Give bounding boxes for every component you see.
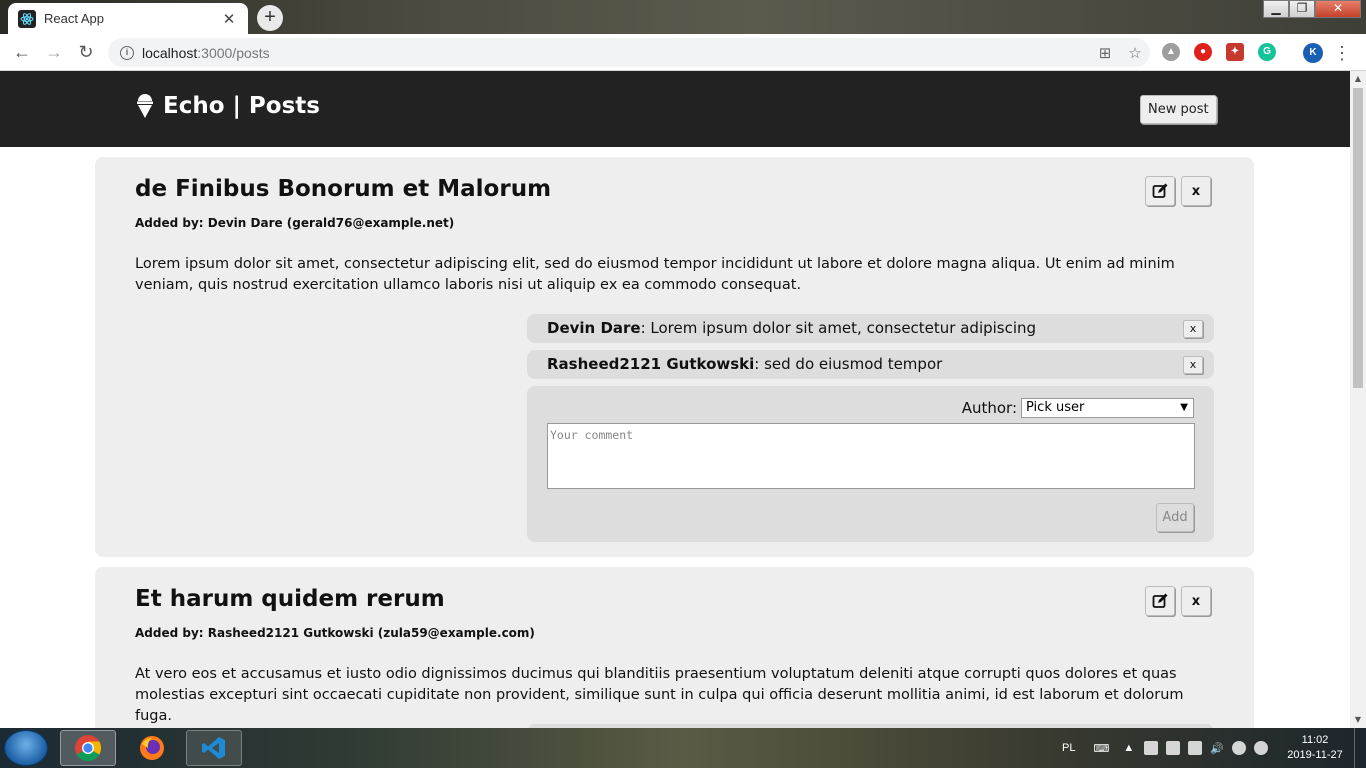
cloud-icon[interactable] bbox=[1232, 741, 1246, 755]
author-select-value: Pick user bbox=[1026, 400, 1085, 415]
edit-post-button[interactable] bbox=[1145, 586, 1175, 616]
browser-tab[interactable]: React App ✕ bbox=[8, 3, 248, 34]
post-author: Added by: Devin Dare (gerald76@example.n… bbox=[135, 216, 455, 230]
maximize-button[interactable]: ❐ bbox=[1289, 0, 1315, 18]
dropdown-arrow-icon: ▼ bbox=[1180, 402, 1188, 413]
comment-form: Author: Pick user ▼ Your comment Add bbox=[527, 386, 1214, 542]
author-select[interactable]: Pick user ▼ bbox=[1021, 398, 1194, 418]
browser-toolbar: ← → ↻ i localhost:3000/posts ⊞ ☆ ▲ ● ✦ G… bbox=[0, 34, 1366, 71]
extension-icon[interactable]: ✦ bbox=[1226, 43, 1244, 61]
delete-post-button[interactable]: x bbox=[1181, 176, 1211, 206]
url-host: localhost bbox=[142, 44, 198, 61]
scroll-down-icon[interactable]: ▼ bbox=[1350, 712, 1366, 728]
minimize-button[interactable]: ▁ bbox=[1263, 0, 1289, 18]
windows-start-button[interactable] bbox=[4, 730, 48, 766]
back-icon[interactable]: ← bbox=[6, 36, 38, 68]
post-author: Added by: Rasheed2121 Gutkowski (zula59@… bbox=[135, 626, 535, 640]
tab-title: React App bbox=[44, 11, 104, 26]
comment-item: Rasheed2121 Gutkowski: sed do eiusmod te… bbox=[527, 350, 1214, 379]
comment-author: Devin Dare bbox=[547, 319, 641, 337]
comment-text: : Lorem ipsum dolor sit amet, consectetu… bbox=[640, 319, 1037, 337]
bookmark-star-icon[interactable]: ☆ bbox=[1120, 44, 1150, 62]
scroll-up-icon[interactable]: ▲ bbox=[1350, 71, 1366, 87]
language-indicator[interactable]: PL bbox=[1062, 742, 1075, 754]
edit-icon bbox=[1152, 183, 1168, 198]
page-scrollbar[interactable]: ▲ ▼ bbox=[1350, 71, 1366, 728]
device-icon[interactable] bbox=[1166, 741, 1181, 755]
app-header: Echo | Posts New post bbox=[0, 71, 1350, 147]
react-icon bbox=[18, 9, 36, 28]
keyboard-icon[interactable]: ⌨ bbox=[1094, 742, 1110, 755]
new-tab-button[interactable]: + bbox=[257, 5, 283, 31]
network-icon[interactable] bbox=[1188, 741, 1203, 755]
post-card: de Finibus Bonorum et Malorum x Added by… bbox=[95, 157, 1254, 557]
post-title: de Finibus Bonorum et Malorum bbox=[135, 176, 552, 202]
comment-item: Devin Dare: Lorem ipsum dolor sit amet, … bbox=[527, 314, 1214, 343]
chrome-taskbar-icon[interactable] bbox=[60, 730, 116, 766]
browser-tabstrip: React App ✕ + ▁ ❐ ✕ bbox=[0, 0, 1366, 34]
adblock-extension-icon[interactable]: ● bbox=[1194, 43, 1212, 61]
action-center-icon[interactable] bbox=[1144, 741, 1159, 755]
translate-icon[interactable]: ⊞ bbox=[1090, 44, 1120, 62]
comment-author: Rasheed2121 Gutkowski bbox=[547, 355, 755, 373]
scrollbar-thumb[interactable] bbox=[1353, 88, 1363, 388]
comment-textarea[interactable]: Your comment bbox=[547, 423, 1195, 489]
address-bar[interactable]: i localhost:3000/posts ⊞ ☆ bbox=[108, 38, 1150, 67]
vscode-taskbar-icon[interactable] bbox=[186, 730, 242, 766]
cloud-upload-icon[interactable] bbox=[1254, 741, 1268, 755]
profile-avatar[interactable]: K bbox=[1303, 43, 1323, 63]
delete-post-button[interactable]: x bbox=[1181, 586, 1211, 616]
menu-icon[interactable]: ⋮ bbox=[1326, 37, 1358, 69]
comment-text: : sed do eiusmod tempor bbox=[754, 355, 943, 373]
delete-comment-button[interactable]: x bbox=[1183, 320, 1203, 338]
post-title: Et harum quidem rerum bbox=[135, 586, 445, 612]
app-title: Echo | Posts bbox=[163, 93, 320, 119]
edit-post-button[interactable] bbox=[1145, 176, 1175, 206]
forward-icon[interactable]: → bbox=[38, 36, 70, 68]
drive-extension-icon[interactable]: ▲ bbox=[1162, 43, 1180, 61]
window-controls: ▁ ❐ ✕ bbox=[1263, 0, 1361, 18]
url-path: :3000/posts bbox=[197, 44, 270, 61]
page-content: Echo | Posts New post de Finibus Bonorum… bbox=[0, 71, 1350, 728]
post-card: Et harum quidem rerum x Added by: Rashee… bbox=[95, 567, 1254, 728]
add-comment-button[interactable]: Add bbox=[1156, 503, 1194, 532]
info-icon[interactable]: i bbox=[120, 45, 134, 60]
show-desktop-button[interactable] bbox=[1354, 728, 1366, 768]
volume-icon[interactable]: 🔊 bbox=[1210, 742, 1224, 755]
post-body: Lorem ipsum dolor sit amet, consectetur … bbox=[135, 256, 1175, 293]
os-taskbar: PL ⌨ ▲ 🔊 11:02 2019-11-27 bbox=[0, 728, 1366, 768]
clock-date: 2019-11-27 bbox=[1287, 749, 1343, 761]
app-brand: Echo | Posts bbox=[136, 93, 320, 119]
url-text[interactable]: localhost:3000/posts bbox=[142, 45, 1090, 61]
firefox-taskbar-icon[interactable] bbox=[124, 730, 180, 766]
clock-time: 11:02 bbox=[1301, 734, 1329, 746]
close-window-button[interactable]: ✕ bbox=[1315, 0, 1361, 18]
reload-icon[interactable]: ↻ bbox=[70, 36, 102, 68]
new-post-button[interactable]: New post bbox=[1140, 95, 1217, 124]
show-hidden-icons[interactable]: ▲ bbox=[1123, 742, 1134, 754]
author-label: Author: bbox=[961, 399, 1017, 417]
author-row: Author: Pick user ▼ bbox=[962, 398, 1194, 418]
edit-icon bbox=[1152, 593, 1168, 608]
post-body: At vero eos et accusamus et iusto odio d… bbox=[135, 666, 1184, 724]
system-tray: PL ⌨ ▲ 🔊 11:02 2019-11-27 bbox=[1062, 728, 1366, 768]
clock[interactable]: 11:02 2019-11-27 bbox=[1280, 733, 1350, 763]
tab-close-icon[interactable]: ✕ bbox=[220, 10, 238, 28]
grammarly-extension-icon[interactable]: G bbox=[1258, 43, 1276, 61]
ice-cream-icon bbox=[137, 94, 153, 118]
delete-comment-button[interactable]: x bbox=[1183, 356, 1203, 374]
